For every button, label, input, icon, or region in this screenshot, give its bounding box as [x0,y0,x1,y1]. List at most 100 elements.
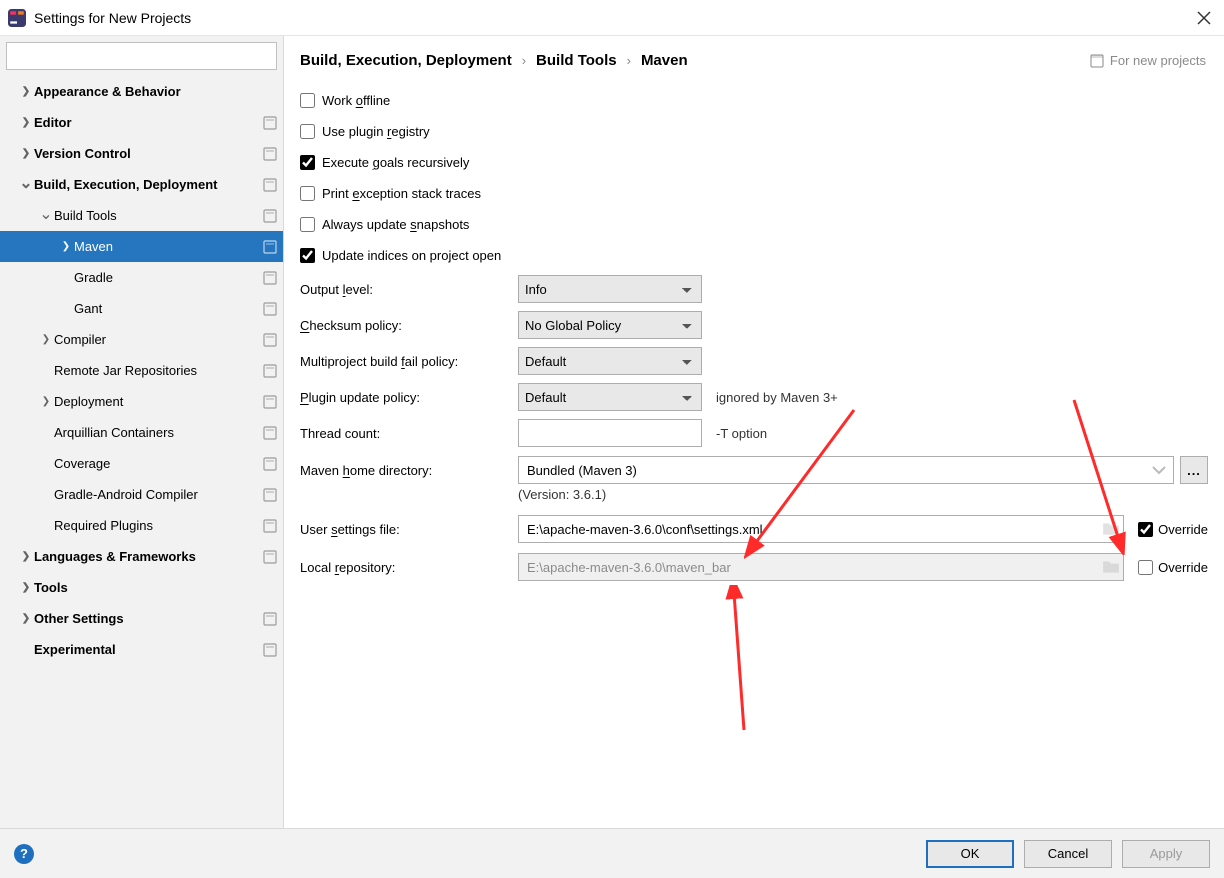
local-repo-override[interactable]: Override [1138,560,1208,575]
always-snapshots-checkbox[interactable]: Always update snapshots [300,209,1208,240]
sidebar-item-build-execution-deployment[interactable]: ⌄Build, Execution, Deployment [0,169,283,200]
sidebar-item-gradle-android-compiler[interactable]: Gradle-Android Compiler [0,479,283,510]
tree-arrow-icon [38,456,54,472]
tree-arrow-icon: ❯ [38,394,54,410]
checkbox[interactable] [300,93,315,108]
checkbox[interactable] [300,248,315,263]
checkbox[interactable] [300,155,315,170]
breadcrumb-part: Build, Execution, Deployment [300,52,512,69]
scope-badge: For new projects [1090,53,1206,68]
sidebar-item-maven[interactable]: ❯Maven [0,231,283,262]
sidebar-item-build-tools[interactable]: ⌄Build Tools [0,200,283,231]
sidebar-item-remote-jar-repositories[interactable]: Remote Jar Repositories [0,355,283,386]
apply-button[interactable]: Apply [1122,840,1210,868]
tree-arrow-icon [18,642,34,658]
browse-button[interactable]: ... [1180,456,1208,484]
sidebar-item-label: Build, Execution, Deployment [34,177,259,192]
folder-icon[interactable] [1102,520,1120,538]
maven-home-input[interactable] [518,456,1174,484]
ok-button[interactable]: OK [926,840,1014,868]
sidebar-item-label: Version Control [34,146,259,161]
breadcrumb-part: Maven [641,52,688,69]
close-icon [1197,11,1211,25]
label: Maven home directory: [300,463,518,478]
maven-version: (Version: 3.6.1) [300,487,1208,502]
checkbox[interactable] [300,186,315,201]
chevron-right-icon: › [627,53,631,68]
checksum-policy-row: Checksum policy: No Global Policy [300,307,1208,343]
output-level-select[interactable]: Info [518,275,702,303]
checkbox[interactable] [1138,522,1153,537]
label: Thread count: [300,426,518,441]
sidebar-item-gant[interactable]: Gant [0,293,283,324]
sidebar-item-experimental[interactable]: Experimental [0,634,283,665]
checkbox[interactable] [300,124,315,139]
local-repo-row: Local repository: Override [300,548,1208,586]
label: Checksum policy: [300,318,518,333]
tree-arrow-icon: ❯ [38,332,54,348]
sidebar-item-label: Experimental [34,642,259,657]
checkbox[interactable] [300,217,315,232]
folder-icon[interactable] [1102,558,1120,576]
print-exception-checkbox[interactable]: Print exception stack traces [300,178,1208,209]
sidebar-item-languages-frameworks[interactable]: ❯Languages & Frameworks [0,541,283,572]
output-level-row: Output level: Info [300,271,1208,307]
sidebar-item-label: Gradle-Android Compiler [54,487,259,502]
annotation-arrow [719,585,759,735]
tree-arrow-icon [38,487,54,503]
label: Output level: [300,282,518,297]
project-icon [1090,54,1104,68]
plugin-registry-checkbox[interactable]: Use plugin registry [300,116,1208,147]
checkbox[interactable] [1138,560,1153,575]
sidebar-item-label: Editor [34,115,259,130]
tree-arrow-icon: ❯ [18,115,34,131]
hint: ignored by Maven 3+ [716,390,838,405]
search-wrap [0,36,283,76]
user-settings-override[interactable]: Override [1138,522,1208,537]
chevron-down-icon[interactable] [1150,461,1168,479]
maven-home-row: Maven home directory: ... [300,451,1208,489]
sidebar: ❯Appearance & Behavior❯Editor❯Version Co… [0,36,284,828]
help-button[interactable]: ? [14,844,34,864]
breadcrumb-row: Build, Execution, Deployment › Build Too… [284,36,1224,85]
sidebar-item-version-control[interactable]: ❯Version Control [0,138,283,169]
multiproject-fail-row: Multiproject build fail policy: Default [300,343,1208,379]
sidebar-item-arquillian-containers[interactable]: Arquillian Containers [0,417,283,448]
close-button[interactable] [1192,6,1216,30]
plugin-update-row: Plugin update policy: Default ignored by… [300,379,1208,415]
cancel-button[interactable]: Cancel [1024,840,1112,868]
user-settings-input[interactable] [518,515,1124,543]
multiproject-fail-select[interactable]: Default [518,347,702,375]
chevron-right-icon: › [522,53,526,68]
sidebar-item-editor[interactable]: ❯Editor [0,107,283,138]
sidebar-item-compiler[interactable]: ❯Compiler [0,324,283,355]
execute-goals-checkbox[interactable]: Execute goals recursively [300,147,1208,178]
sidebar-item-tools[interactable]: ❯Tools [0,572,283,603]
thread-count-input[interactable] [518,419,702,447]
sidebar-item-label: Compiler [54,332,259,347]
search-input[interactable] [6,42,277,70]
thread-count-row: Thread count: -T option [300,415,1208,451]
sidebar-item-label: Coverage [54,456,259,471]
label: Multiproject build fail policy: [300,354,518,369]
content: ❯Appearance & Behavior❯Editor❯Version Co… [0,36,1224,828]
sidebar-item-other-settings[interactable]: ❯Other Settings [0,603,283,634]
hint: -T option [716,426,767,441]
update-indices-checkbox[interactable]: Update indices on project open [300,240,1208,271]
sidebar-item-coverage[interactable]: Coverage [0,448,283,479]
app-icon [8,9,26,27]
sidebar-item-label: Arquillian Containers [54,425,259,440]
breadcrumb-part: Build Tools [536,52,617,69]
footer: ? OK Cancel Apply [0,828,1224,878]
sidebar-item-appearance-behavior[interactable]: ❯Appearance & Behavior [0,76,283,107]
sidebar-item-required-plugins[interactable]: Required Plugins [0,510,283,541]
plugin-update-select[interactable]: Default [518,383,702,411]
sidebar-item-label: Languages & Frameworks [34,549,259,564]
sidebar-item-gradle[interactable]: Gradle [0,262,283,293]
checksum-policy-select[interactable]: No Global Policy [518,311,702,339]
sidebar-item-label: Build Tools [54,208,259,223]
tree-arrow-icon: ❯ [18,84,34,100]
sidebar-item-deployment[interactable]: ❯Deployment [0,386,283,417]
tree-arrow-icon: ❯ [58,239,74,255]
work-offline-checkbox[interactable]: Work offline [300,85,1208,116]
